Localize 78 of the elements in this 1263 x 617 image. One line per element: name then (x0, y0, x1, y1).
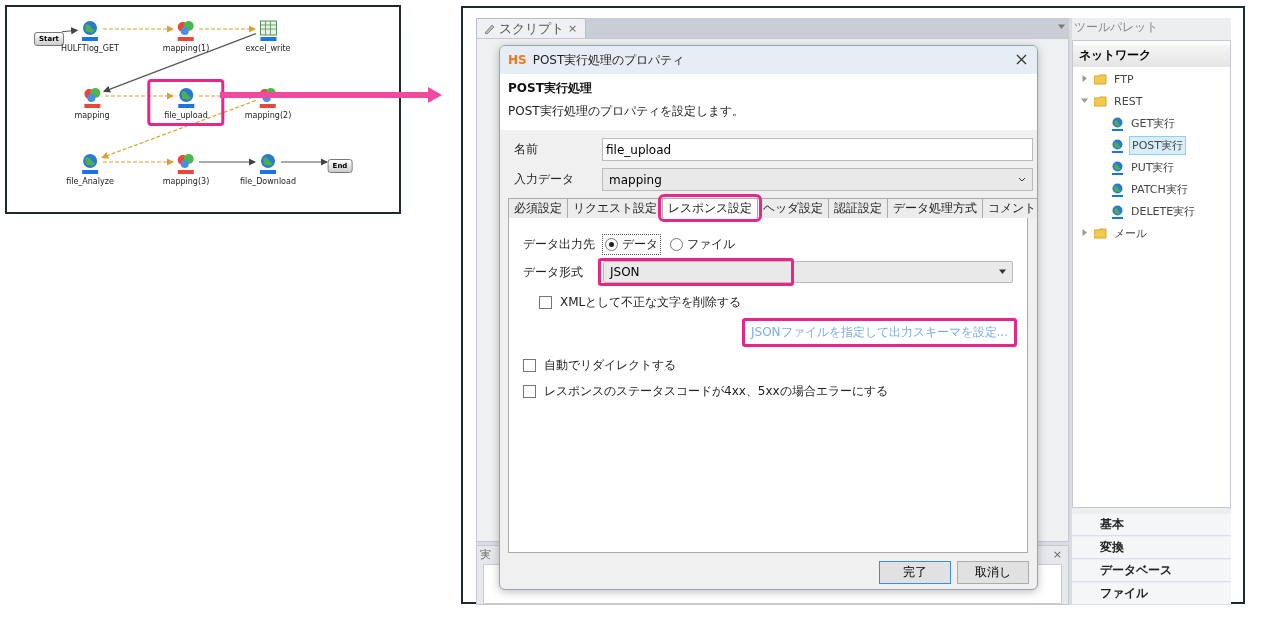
settings-tab[interactable]: 認証設定 (828, 198, 888, 218)
tree-item[interactable]: REST (1112, 94, 1145, 110)
palette-category[interactable]: ファイル (1072, 583, 1231, 605)
collapse-arrow-icon[interactable] (1081, 97, 1089, 105)
mapper-icon (176, 20, 196, 42)
expand-arrow-icon[interactable] (1081, 75, 1089, 83)
node-label: mapping(1) (162, 44, 210, 53)
dialog-button[interactable]: 完了 (879, 561, 951, 584)
settings-tab[interactable]: 必須設定 (508, 198, 568, 218)
palette-title: ツールパレット (1073, 19, 1160, 37)
checkbox[interactable] (523, 384, 536, 398)
palette-category[interactable]: 基本 (1072, 514, 1231, 536)
globe-icon (1111, 160, 1125, 175)
dialog-title: POST実行処理のプロパティ (532, 51, 685, 69)
checkbox-label: XMLとして不正な文字を削除する (560, 293, 742, 311)
field-label: 名前 (513, 141, 539, 158)
expand-arrow-icon[interactable] (1081, 229, 1089, 237)
folder-icon (1094, 228, 1108, 240)
globe-icon (1111, 138, 1125, 153)
mapper-icon (82, 87, 102, 109)
checkbox[interactable] (539, 295, 552, 309)
script-icon (483, 22, 495, 35)
close-icon[interactable]: × (1052, 547, 1063, 561)
palette-category[interactable]: データベース (1072, 560, 1231, 582)
node-label: file_upload (164, 111, 208, 120)
palette-category[interactable]: 変換 (1072, 537, 1231, 559)
tab-label: スクリプト (499, 19, 564, 38)
checkbox[interactable] (523, 358, 536, 372)
tree-item[interactable]: メール (1112, 225, 1150, 243)
tree-item[interactable]: DELETE実行 (1129, 203, 1198, 221)
folder-icon (1094, 74, 1108, 86)
node-label: mapping(2) (244, 111, 292, 120)
option-label: データ形式 (523, 263, 584, 281)
globe-icon (258, 153, 278, 175)
radio-option[interactable]: データ (603, 234, 660, 254)
globe-icon (1111, 204, 1125, 219)
globe-icon (1111, 182, 1125, 197)
radio-option[interactable]: ファイル (668, 234, 737, 254)
dialog-heading: POST実行処理 (508, 80, 592, 97)
node-label: excel_write (245, 44, 291, 53)
close-icon (1016, 54, 1027, 65)
tree-item[interactable]: PATCH実行 (1129, 181, 1190, 199)
spreadsheet-icon (258, 20, 278, 42)
tree-item[interactable]: GET実行 (1129, 115, 1178, 133)
settings-tab[interactable]: リクエスト設定 (567, 198, 663, 218)
dialog-description: POST実行処理のプロパティを設定します。 (508, 103, 744, 120)
panel-tab[interactable]: 実 (480, 546, 491, 562)
menu-caret-icon[interactable] (1058, 23, 1066, 30)
settings-tab[interactable]: コメント (982, 198, 1037, 218)
checkbox-label: レスポンスのステータスコードが4xx、5xxの場合エラーにする (544, 382, 888, 400)
settings-tab[interactable]: データ処理方式 (887, 198, 983, 218)
node-label: file_Analyze (66, 177, 114, 186)
node-label: file_Download (240, 177, 296, 186)
tree-item[interactable]: FTP (1112, 72, 1136, 88)
checkbox-label: 自動でリダイレクトする (544, 356, 676, 374)
globe-icon (1111, 116, 1125, 131)
app-logo: HS (508, 53, 527, 67)
mapper-icon (176, 153, 196, 175)
option-label: データ出力先 (523, 235, 595, 253)
close-icon[interactable]: × (568, 22, 578, 35)
tree-item[interactable]: PUT実行 (1129, 159, 1177, 177)
dialog-button[interactable]: 取消し (957, 561, 1029, 584)
chevron-icon (1018, 177, 1026, 182)
globe-icon (80, 153, 100, 175)
select-field[interactable]: mapping (602, 168, 1033, 191)
field-label: 入力データ (513, 171, 575, 188)
globe-icon (80, 20, 100, 42)
folder-icon (1094, 96, 1108, 108)
text-field[interactable]: file_upload (602, 138, 1033, 161)
script-tab[interactable]: スクリプト × (476, 18, 587, 38)
settings-tab[interactable]: ヘッダ設定 (757, 198, 829, 218)
tree-item[interactable]: POST実行 (1129, 136, 1187, 156)
globe-icon (176, 87, 196, 109)
section-header[interactable]: ネットワーク (1073, 44, 1230, 67)
node-label: mapping (74, 111, 110, 120)
dropdown-caret-icon (999, 268, 1006, 275)
node-label: mapping(3) (162, 177, 210, 186)
node-label: HULFTlog_GET (61, 44, 119, 53)
